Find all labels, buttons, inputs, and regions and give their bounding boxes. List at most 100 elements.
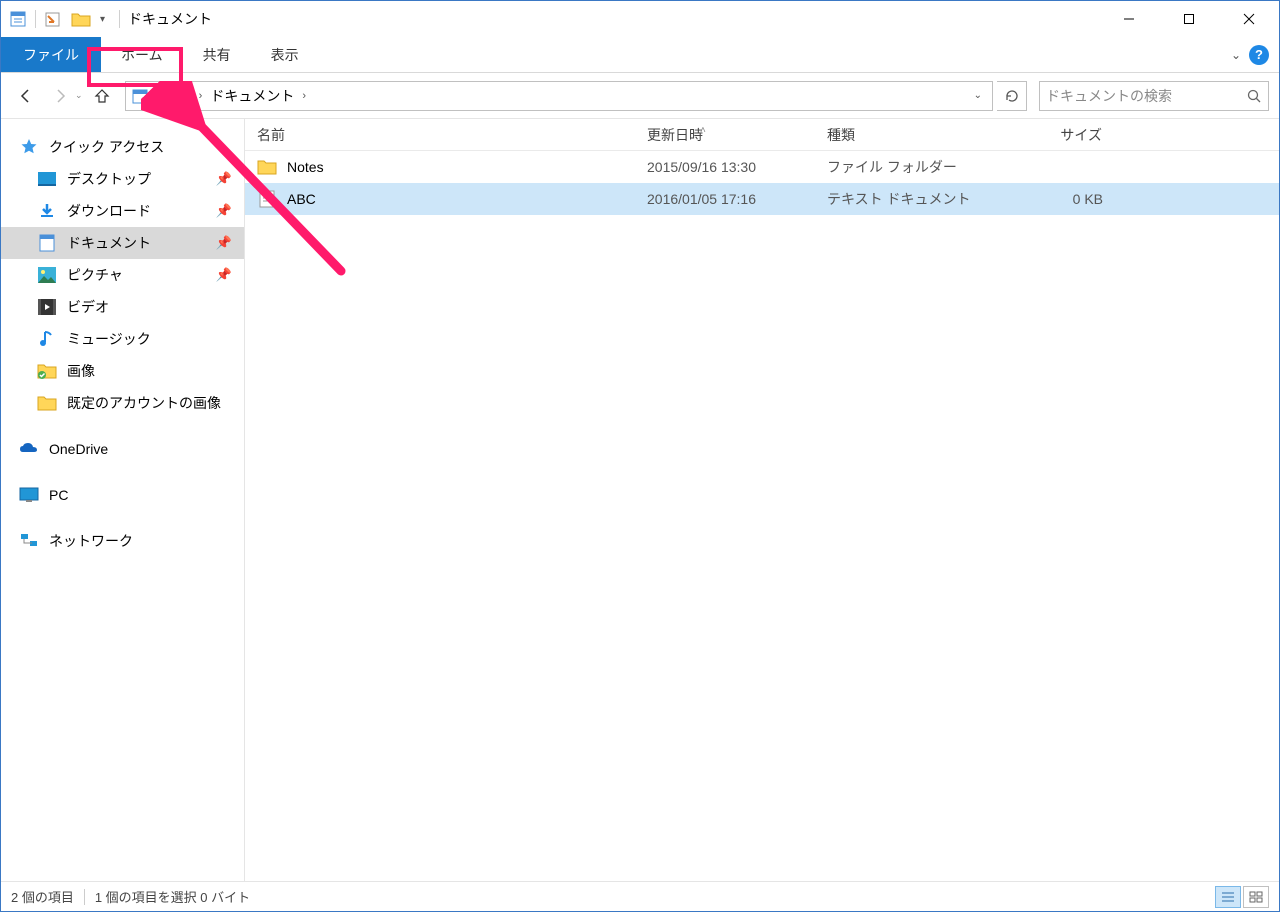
file-row-text[interactable]: ABC 2016/01/05 17:16 テキスト ドキュメント 0 KB: [245, 183, 1279, 215]
sidebar-network[interactable]: ネットワーク: [1, 525, 244, 557]
column-header-size[interactable]: サイズ: [995, 119, 1115, 150]
file-date: 2015/09/16 13:30: [635, 151, 815, 183]
view-details-button[interactable]: [1215, 886, 1241, 908]
folder-icon: [37, 393, 57, 413]
up-button[interactable]: [87, 82, 117, 110]
sidebar-item-label: ドキュメント: [67, 233, 151, 253]
star-icon: [19, 137, 39, 157]
file-date: 2016/01/05 17:16: [635, 183, 815, 215]
file-name: Notes: [287, 159, 324, 175]
desktop-icon: [37, 169, 57, 189]
tab-share[interactable]: 共有: [183, 37, 251, 72]
navigation-bar: ⌄ › PC › ドキュメント › ⌄ ドキュメントの検索: [1, 73, 1279, 119]
status-selection: 1 個の項目を選択 0 バイト: [95, 887, 250, 906]
separator: [84, 889, 85, 905]
sidebar-item-pictures[interactable]: ピクチャ 📌: [1, 259, 244, 291]
refresh-button[interactable]: [997, 81, 1027, 111]
qat-folder-icon[interactable]: [70, 8, 92, 30]
file-list-pane: 名前 ˄ 更新日時 種類 サイズ Notes 2015/09/16 13:30 …: [245, 119, 1279, 881]
download-icon: [37, 201, 57, 221]
file-list[interactable]: Notes 2015/09/16 13:30 ファイル フォルダー ABC 20…: [245, 151, 1279, 881]
pin-icon: 📌: [216, 171, 232, 187]
qat-customize-dropdown[interactable]: ▾: [100, 14, 105, 25]
sidebar-item-images[interactable]: 画像: [1, 355, 244, 387]
window-title: ドキュメント: [128, 9, 212, 29]
breadcrumb-separator[interactable]: ›: [154, 90, 170, 102]
minimize-button[interactable]: [1099, 1, 1159, 37]
folder-check-icon: [37, 361, 57, 381]
qat-properties-icon[interactable]: [7, 8, 29, 30]
location-folder-icon: [130, 86, 150, 106]
search-icon: [1246, 88, 1262, 104]
sidebar-item-label: デスクトップ: [67, 169, 151, 189]
sidebar-item-downloads[interactable]: ダウンロード 📌: [1, 195, 244, 227]
ribbon-tabs: ファイル ホーム 共有 表示 ⌄ ?: [1, 37, 1279, 73]
address-bar[interactable]: › PC › ドキュメント › ⌄: [125, 81, 993, 111]
tab-view[interactable]: 表示: [251, 37, 319, 72]
sidebar-pc[interactable]: PC: [1, 479, 244, 511]
sidebar-item-label: 既定のアカウントの画像: [67, 393, 221, 413]
separator: [119, 10, 120, 28]
sidebar-onedrive-label: OneDrive: [49, 441, 108, 457]
column-header-type[interactable]: 種類: [815, 119, 995, 150]
document-icon: [37, 233, 57, 253]
search-box[interactable]: ドキュメントの検索: [1039, 81, 1269, 111]
status-bar: 2 個の項目 1 個の項目を選択 0 バイト: [1, 881, 1279, 911]
breadcrumb-current[interactable]: ドキュメント: [208, 86, 296, 106]
sidebar-item-documents[interactable]: ドキュメント 📌: [1, 227, 244, 259]
file-name: ABC: [287, 191, 316, 207]
column-header-date[interactable]: 更新日時: [635, 119, 815, 150]
pin-icon: 📌: [216, 267, 232, 283]
music-icon: [37, 329, 57, 349]
maximize-button[interactable]: [1159, 1, 1219, 37]
sidebar-item-label: ピクチャ: [67, 265, 123, 285]
forward-button[interactable]: [45, 82, 75, 110]
onedrive-icon: [19, 439, 39, 459]
breadcrumb-pc[interactable]: PC: [169, 88, 192, 104]
help-button[interactable]: ?: [1249, 45, 1269, 65]
sidebar-onedrive[interactable]: OneDrive: [1, 433, 244, 465]
tab-file[interactable]: ファイル: [1, 37, 101, 72]
back-button[interactable]: [11, 82, 41, 110]
sidebar-item-label: 画像: [67, 361, 95, 381]
column-headers: 名前 ˄ 更新日時 種類 サイズ: [245, 119, 1279, 151]
address-dropdown[interactable]: ⌄: [968, 90, 988, 101]
pc-icon: [19, 485, 39, 505]
breadcrumb-separator[interactable]: ›: [296, 90, 312, 102]
recent-locations-dropdown[interactable]: ⌄: [75, 90, 83, 101]
file-type: ファイル フォルダー: [815, 151, 995, 183]
column-header-name[interactable]: 名前: [245, 119, 635, 150]
sidebar-pc-label: PC: [49, 487, 68, 503]
pin-icon: 📌: [216, 235, 232, 251]
file-size: [995, 151, 1115, 183]
ribbon-collapse-icon[interactable]: ⌄: [1231, 48, 1241, 62]
sidebar-item-music[interactable]: ミュージック: [1, 323, 244, 355]
view-large-icons-button[interactable]: [1243, 886, 1269, 908]
explorer-window: ▾ ドキュメント ファイル ホーム 共有 表示 ⌄ ?: [0, 0, 1280, 912]
tab-home[interactable]: ホーム: [101, 37, 183, 72]
navigation-pane: クイック アクセス デスクトップ 📌 ダウンロード 📌 ドキュメント 📌 ピクチ…: [1, 119, 245, 881]
sidebar-item-default-account[interactable]: 既定のアカウントの画像: [1, 387, 244, 419]
video-icon: [37, 297, 57, 317]
sidebar-network-label: ネットワーク: [49, 531, 133, 551]
sidebar-item-videos[interactable]: ビデオ: [1, 291, 244, 323]
sidebar-quick-access[interactable]: クイック アクセス: [1, 131, 244, 163]
sidebar-quick-access-label: クイック アクセス: [49, 137, 164, 157]
sidebar-item-label: ダウンロード: [67, 201, 151, 221]
file-row-folder[interactable]: Notes 2015/09/16 13:30 ファイル フォルダー: [245, 151, 1279, 183]
network-icon: [19, 531, 39, 551]
file-type: テキスト ドキュメント: [815, 183, 995, 215]
picture-icon: [37, 265, 57, 285]
text-file-icon: [257, 189, 277, 209]
file-size: 0 KB: [995, 183, 1115, 215]
sidebar-item-label: ビデオ: [67, 297, 109, 317]
sidebar-item-desktop[interactable]: デスクトップ 📌: [1, 163, 244, 195]
breadcrumb-separator[interactable]: ›: [193, 90, 209, 102]
search-placeholder: ドキュメントの検索: [1046, 86, 1246, 106]
status-item-count: 2 個の項目: [11, 887, 74, 906]
qat-newfolder-icon[interactable]: [42, 8, 64, 30]
close-button[interactable]: [1219, 1, 1279, 37]
folder-icon: [257, 157, 277, 177]
pin-icon: 📌: [216, 203, 232, 219]
title-bar: ▾ ドキュメント: [1, 1, 1279, 37]
